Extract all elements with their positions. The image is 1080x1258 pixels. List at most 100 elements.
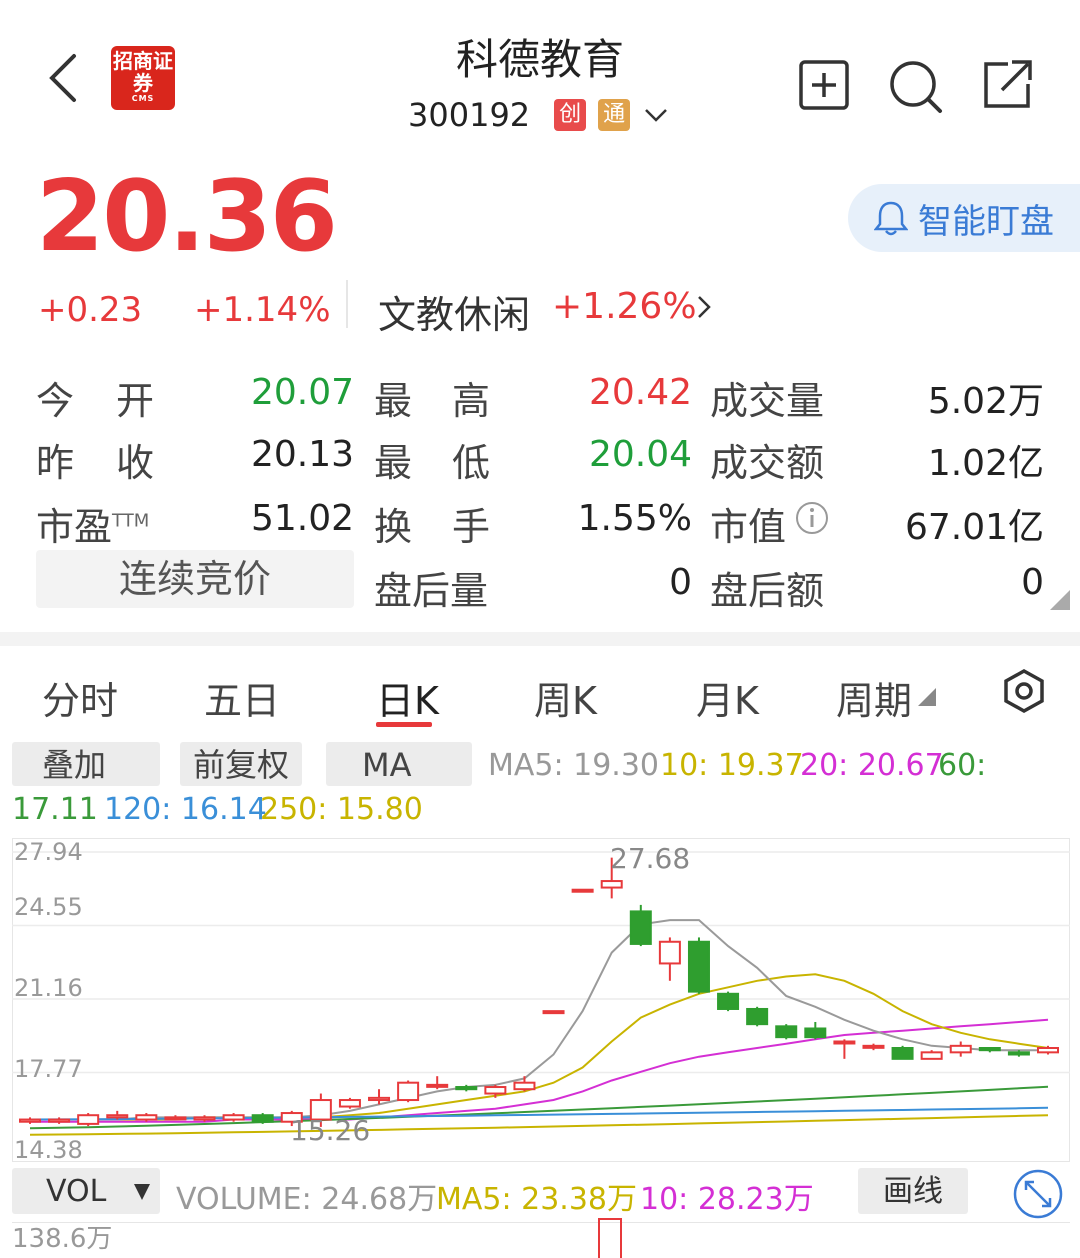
volume-chart-border [12,1222,1070,1223]
after-hours-volume-value: 0 [669,562,692,603]
open-label-b: 开 [116,379,155,423]
ma120-value: 120: 16.14 [104,792,267,827]
after-hours-amount-value: 0 [1021,562,1044,603]
chinext-badge: 创 [554,99,587,131]
stock-code-row[interactable]: 300192 创 通 [408,92,670,138]
y-tick-label: 24.55 [14,893,83,921]
chart-border [12,838,1070,1162]
prev-close-label-a: 昨 [36,441,75,485]
candle-body-down [251,1114,274,1123]
candle-body-up [19,1118,41,1123]
bell-icon [874,201,908,236]
fullscreen-icon[interactable] [1012,1168,1064,1220]
candle-body-up [426,1083,449,1088]
active-tab-indicator [376,722,432,727]
overlay-dropdown[interactable]: 叠加 [12,742,160,786]
sector-name: 文教休闲 [378,293,531,337]
pe-label-text: 市盈 [36,505,113,549]
candle-body-down [629,910,652,945]
divider [346,280,348,328]
high-value: 20.42 [588,372,692,413]
ma10-value: 10: 19.37 [660,748,804,783]
candle-body-up [920,1051,943,1060]
expand-corner-icon[interactable] [1050,590,1070,610]
candle-body-up [397,1081,420,1102]
vol-ma10-value: 10: 28.23万 [640,1182,814,1217]
add-watchlist-button[interactable] [797,58,851,112]
ma60-label: 60: [938,748,987,783]
share-icon [984,60,1032,108]
candle-body-up [193,1116,216,1121]
candle-body-down [1007,1051,1030,1056]
y-tick-label: 21.16 [14,974,83,1002]
prev-close-label-b: 收 [116,441,155,485]
volume-bar [598,1218,622,1258]
candle-body-up [542,1010,565,1015]
candle-body-down [775,1025,798,1039]
turnover-rate-value: 1.55% [577,498,692,539]
candle-body-up [600,880,623,889]
volume-axis-top: 138.6万 [12,1224,113,1254]
tab-five-day[interactable]: 五日 [204,670,280,725]
high-label-a: 最 [374,379,413,423]
candle-body-up [222,1114,245,1121]
y-tick-label: 27.94 [14,838,83,866]
overlay-label: 叠加 [42,746,107,784]
ma5-line [30,919,1048,1121]
search-icon [890,61,942,113]
tab-daily-k[interactable]: 日K [376,670,439,725]
share-button[interactable] [980,58,1034,112]
pe-value: 51.02 [250,498,354,539]
market-cap-label: 市值 [710,505,787,549]
candle-body-up [368,1096,391,1102]
draw-line-button[interactable]: 画线 [858,1168,968,1214]
logo-sub: CMS [131,94,155,103]
high-price-label: 27.68 [610,842,690,875]
tab-weekly-k[interactable]: 周K [534,670,597,725]
market-cap-value: 67.01亿 [904,507,1044,548]
candle-body-up [949,1044,972,1054]
tab-intraday[interactable]: 分时 [42,670,118,725]
low-label-b: 低 [452,441,491,485]
ma-lines [29,919,1049,1136]
kline-chart[interactable]: 27.94 24.55 21.16 17.77 14.38 27.68 15.2… [12,838,1070,1162]
ma-dropdown[interactable]: MA [326,742,472,786]
candle-body-up [106,1114,129,1119]
turnover-label: 成交额 [710,441,825,485]
low-value: 20.04 [588,434,692,475]
candle-body-down [717,992,740,1010]
candle-body-up [862,1044,885,1049]
price-change-pct: +1.14% [194,290,331,330]
chevron-right-icon [698,296,711,318]
ma20-line [30,1018,1049,1123]
volume-label: 成交量 [710,379,825,423]
period-dropdown-icon [918,688,936,706]
smart-watch-label: 智能盯盘 [918,201,1054,242]
vol-ma5-value: MA5: 23.38万 [436,1182,638,1217]
info-icon[interactable] [794,500,830,536]
section-divider [0,632,1080,646]
open-value: 20.07 [250,372,354,413]
tab-period[interactable]: 周期 [836,670,912,725]
smart-watch-button[interactable]: 智能盯盘 [848,184,1080,252]
turnover-value: 1.02亿 [927,443,1044,484]
chart-grid [12,838,1070,1162]
candle-body-up [135,1114,158,1121]
dropdown-triangle-icon [134,1184,150,1200]
stock-code: 300192 [408,96,531,134]
open-label-a: 今 [36,379,75,423]
tab-monthly-k[interactable]: 月K [696,670,759,725]
search-button[interactable] [887,58,942,113]
settings-icon[interactable] [1002,668,1046,714]
after-hours-volume-label: 盘后量 [374,569,489,613]
candle-body-down [746,1007,769,1026]
sector-change-pct: +1.26% [552,286,697,327]
candle-body-down [455,1086,478,1091]
ma10-line [30,973,1049,1121]
vol-dropdown[interactable]: VOL [12,1168,160,1214]
price-change: +0.23 [38,290,143,330]
connect-badge: 通 [598,99,631,131]
add-square-icon [799,60,849,110]
adjust-button[interactable]: 前复权 [180,742,302,786]
candle-body-down [687,940,710,993]
